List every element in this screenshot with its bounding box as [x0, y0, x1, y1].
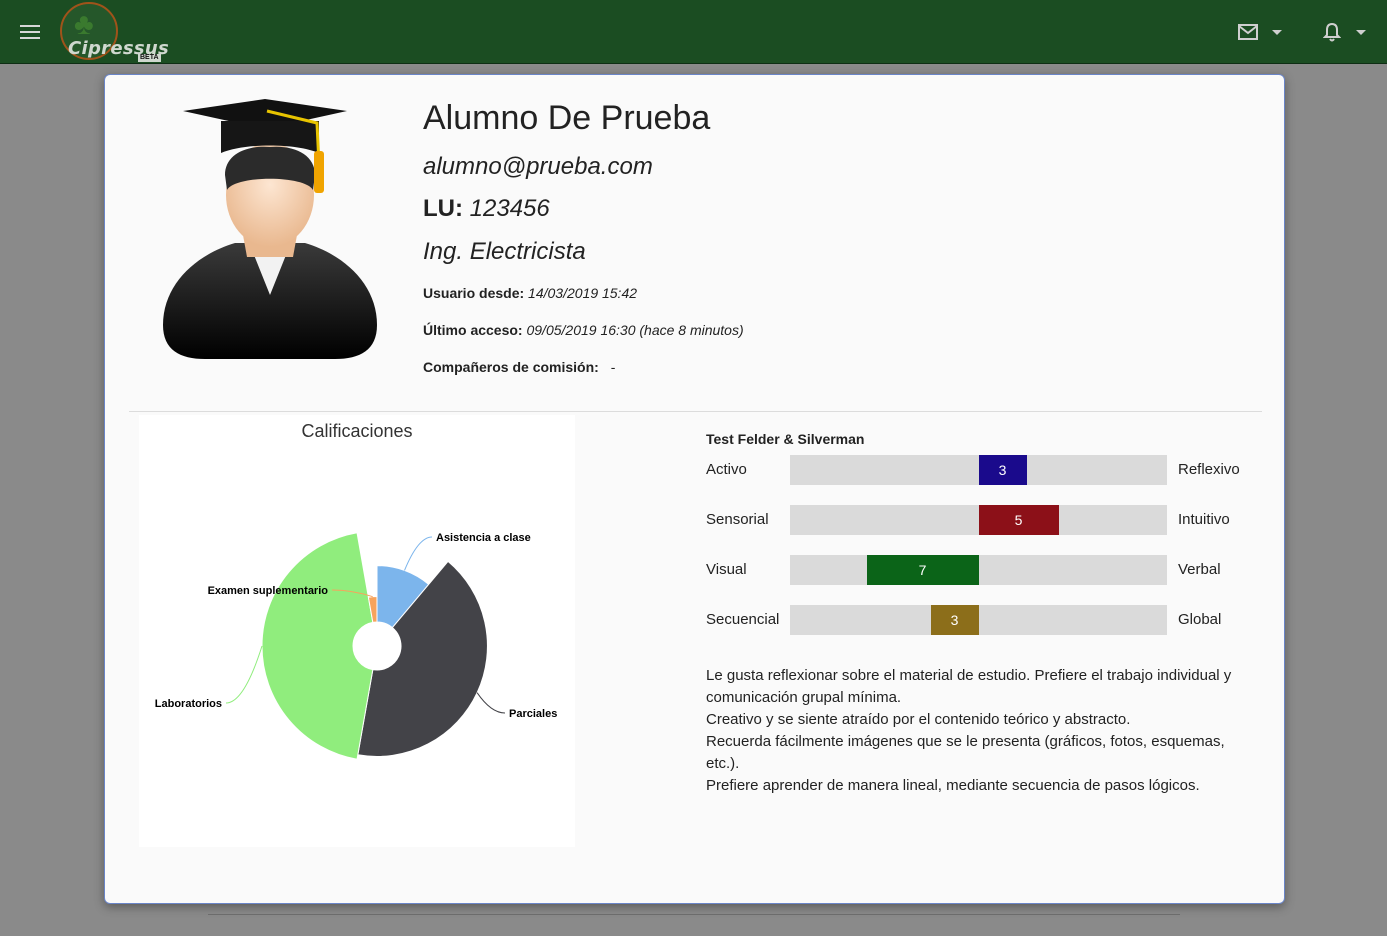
section-divider — [129, 411, 1262, 412]
notifications-dropdown-caret[interactable] — [1356, 30, 1366, 35]
menu-icon[interactable] — [20, 24, 40, 40]
felder-row: Activo 3 Reflexivo — [706, 455, 1266, 485]
bell-icon[interactable] — [1323, 22, 1341, 42]
description-line: Creativo y se siente atraído por el cont… — [706, 711, 1131, 728]
slice-connector — [225, 645, 263, 704]
felder-right-label: Intuitivo — [1178, 511, 1230, 528]
slice-connector — [476, 692, 506, 714]
background-divider — [208, 914, 1180, 915]
felder-left-label: Secuencial — [706, 611, 780, 628]
description-line: Le gusta reflexionar sobre el material d… — [706, 667, 1232, 706]
felder-bar: 5 — [978, 505, 1059, 535]
description-line: Prefiere aprender de manera lineal, medi… — [706, 777, 1200, 794]
top-app-bar: ♣ Cipressus BETA — [0, 0, 1387, 64]
last-access-value: 09/05/2019 16:30 (hace 8 minutos) — [526, 322, 744, 338]
student-email: alumno@prueba.com — [423, 153, 653, 180]
grades-chart-svg: Asistencia a clase Parciales Laboratorios E… — [155, 532, 557, 760]
slice-label: Parciales — [509, 708, 557, 720]
pie-slice[interactable] — [261, 532, 374, 760]
classmates: Compañeros de comisión: - — [423, 359, 615, 375]
felder-track: 3 — [790, 455, 1167, 485]
user-since-value: 14/03/2019 15:42 — [528, 285, 638, 301]
classmates-label: Compañeros de comisión: — [423, 359, 599, 375]
felder-track: 3 — [790, 605, 1167, 635]
slice-connector — [404, 536, 433, 571]
felder-track: 7 — [790, 555, 1167, 585]
user-since-label: Usuario desde: — [423, 285, 525, 301]
tree-icon: ♣ — [74, 8, 94, 41]
classmates-value: - — [610, 359, 616, 375]
felder-bar: 3 — [930, 605, 979, 635]
felder-track: 5 — [790, 505, 1167, 535]
felder-bar: 3 — [978, 455, 1027, 485]
slice-label: Examen suplementario — [208, 585, 329, 597]
user-since: Usuario desde: 14/03/2019 15:42 — [423, 285, 637, 301]
felder-descriptions: Le gusta reflexionar sobre el material d… — [706, 665, 1246, 797]
lu-label: LU: — [423, 195, 463, 222]
felder-right-label: Global — [1178, 611, 1222, 628]
slice-label: Asistencia a clase — [436, 532, 531, 544]
description-line: Recuerda fácilmente imágenes que se le p… — [706, 733, 1225, 772]
grades-chart: Calificaciones Asistencia a clase Parcial… — [139, 415, 575, 847]
felder-row: Secuencial 3 Global — [706, 605, 1266, 635]
last-access: Último acceso: 09/05/2019 16:30 (hace 8 … — [423, 322, 744, 338]
slice-label: Laboratorios — [155, 698, 222, 710]
beta-badge: BETA — [138, 54, 161, 62]
student-career: Ing. Electricista — [423, 238, 586, 265]
felder-left-label: Sensorial — [706, 511, 769, 528]
felder-title: Test Felder & Silverman — [706, 431, 865, 447]
student-profile-modal: Alumno De Prueba alumno@prueba.com LU: 1… — [104, 74, 1285, 904]
mail-dropdown-caret[interactable] — [1272, 30, 1282, 35]
felder-bar: 7 — [866, 555, 979, 585]
felder-right-label: Reflexivo — [1178, 461, 1240, 478]
felder-right-label: Verbal — [1178, 561, 1221, 578]
felder-left-label: Visual — [706, 561, 747, 578]
student-name: Alumno De Prueba — [423, 99, 711, 137]
student-lu: LU: 123456 — [423, 195, 550, 223]
felder-row: Sensorial 5 Intuitivo — [706, 505, 1266, 535]
lu-value: 123456 — [469, 195, 550, 222]
last-access-label: Último acceso: — [423, 322, 523, 338]
felder-left-label: Activo — [706, 461, 747, 478]
app-logo[interactable]: ♣ Cipressus BETA — [60, 2, 170, 62]
mail-icon[interactable] — [1238, 24, 1258, 40]
graduate-avatar-icon — [163, 99, 377, 359]
felder-row: Visual 7 Verbal — [706, 555, 1266, 585]
